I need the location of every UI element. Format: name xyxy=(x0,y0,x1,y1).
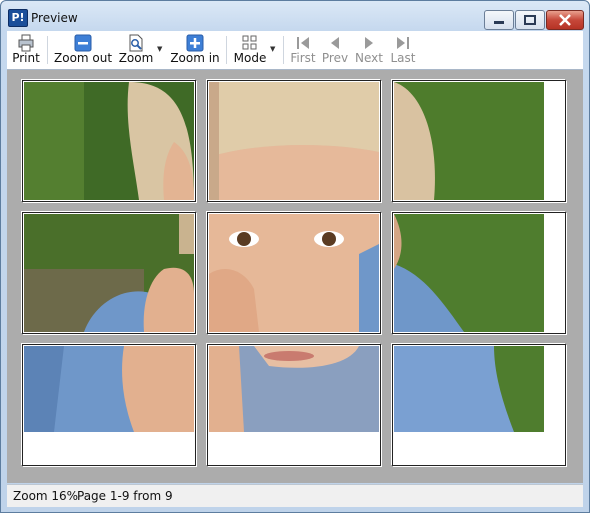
photo-tile-8 xyxy=(209,346,379,464)
first-page-button[interactable]: First xyxy=(288,31,318,69)
last-page-icon xyxy=(397,37,409,49)
zoom-page-icon xyxy=(129,34,143,52)
print-label: Print xyxy=(12,51,40,65)
minimize-icon xyxy=(494,21,504,24)
page-tile[interactable] xyxy=(392,212,566,334)
title-bar[interactable]: P! Preview xyxy=(1,1,589,31)
preview-window: P! Preview Print Zoom out Zoom ▼ Zoom in… xyxy=(0,0,590,513)
zoom-dropdown-caret-icon[interactable]: ▼ xyxy=(157,45,162,53)
next-page-button[interactable]: Next xyxy=(354,31,384,69)
zoom-status: Zoom 16% xyxy=(13,489,79,503)
page-range-status: Page 1-9 from 9 xyxy=(77,489,173,503)
photo-tile-1 xyxy=(24,82,194,200)
zoom-out-button[interactable]: Zoom out xyxy=(54,31,112,69)
maximize-icon xyxy=(524,15,536,25)
photo-tile-4 xyxy=(24,214,194,332)
page-tile[interactable] xyxy=(207,212,381,334)
prev-label: Prev xyxy=(321,51,349,65)
page-tile[interactable] xyxy=(22,80,196,202)
minus-icon xyxy=(74,34,92,52)
photo-tile-7 xyxy=(24,346,194,464)
photo-tile-6 xyxy=(394,214,564,332)
print-button[interactable]: Print xyxy=(11,31,41,69)
last-label: Last xyxy=(390,51,416,65)
prev-page-button[interactable]: Prev xyxy=(320,31,350,69)
first-page-icon xyxy=(297,37,309,49)
page-tile[interactable] xyxy=(392,344,566,466)
zoom-out-label: Zoom out xyxy=(54,51,113,65)
page-tile[interactable] xyxy=(207,80,381,202)
close-icon xyxy=(559,14,571,26)
photo-tile-3 xyxy=(394,82,564,200)
page-tile[interactable] xyxy=(392,80,566,202)
app-icon: P! xyxy=(8,9,28,27)
toolbar-separator xyxy=(226,36,227,64)
first-label: First xyxy=(290,51,316,65)
zoom-label: Zoom xyxy=(118,51,154,65)
window-title: Preview xyxy=(31,11,78,25)
toolbar: Print Zoom out Zoom ▼ Zoom in Mode ▼ Fir… xyxy=(7,31,583,70)
page-tile[interactable] xyxy=(22,212,196,334)
photo-tile-2 xyxy=(209,82,379,200)
minimize-button[interactable] xyxy=(484,10,514,30)
preview-viewport[interactable] xyxy=(7,70,583,483)
last-page-button[interactable]: Last xyxy=(388,31,418,69)
mode-label: Mode xyxy=(233,51,267,65)
mode-dropdown-caret-icon[interactable]: ▼ xyxy=(270,45,275,53)
photo-tile-5 xyxy=(209,214,379,332)
zoom-in-button[interactable]: Zoom in xyxy=(170,31,220,69)
zoom-button[interactable]: Zoom xyxy=(117,31,155,69)
toolbar-separator xyxy=(47,36,48,64)
next-label: Next xyxy=(355,51,383,65)
next-arrow-icon xyxy=(365,37,373,49)
photo-tile-9 xyxy=(394,346,564,464)
maximize-button[interactable] xyxy=(515,10,545,30)
mode-button[interactable]: Mode xyxy=(232,31,268,69)
page-tile[interactable] xyxy=(22,344,196,466)
grid-mode-icon xyxy=(242,35,257,50)
toolbar-separator xyxy=(283,36,284,64)
page-tile[interactable] xyxy=(207,344,381,466)
status-bar: Zoom 16% Page 1-9 from 9 xyxy=(7,484,583,507)
printer-icon xyxy=(18,34,34,52)
zoom-in-label: Zoom in xyxy=(170,51,220,65)
prev-arrow-icon xyxy=(331,37,339,49)
plus-icon xyxy=(186,34,204,52)
close-button[interactable] xyxy=(546,10,584,30)
